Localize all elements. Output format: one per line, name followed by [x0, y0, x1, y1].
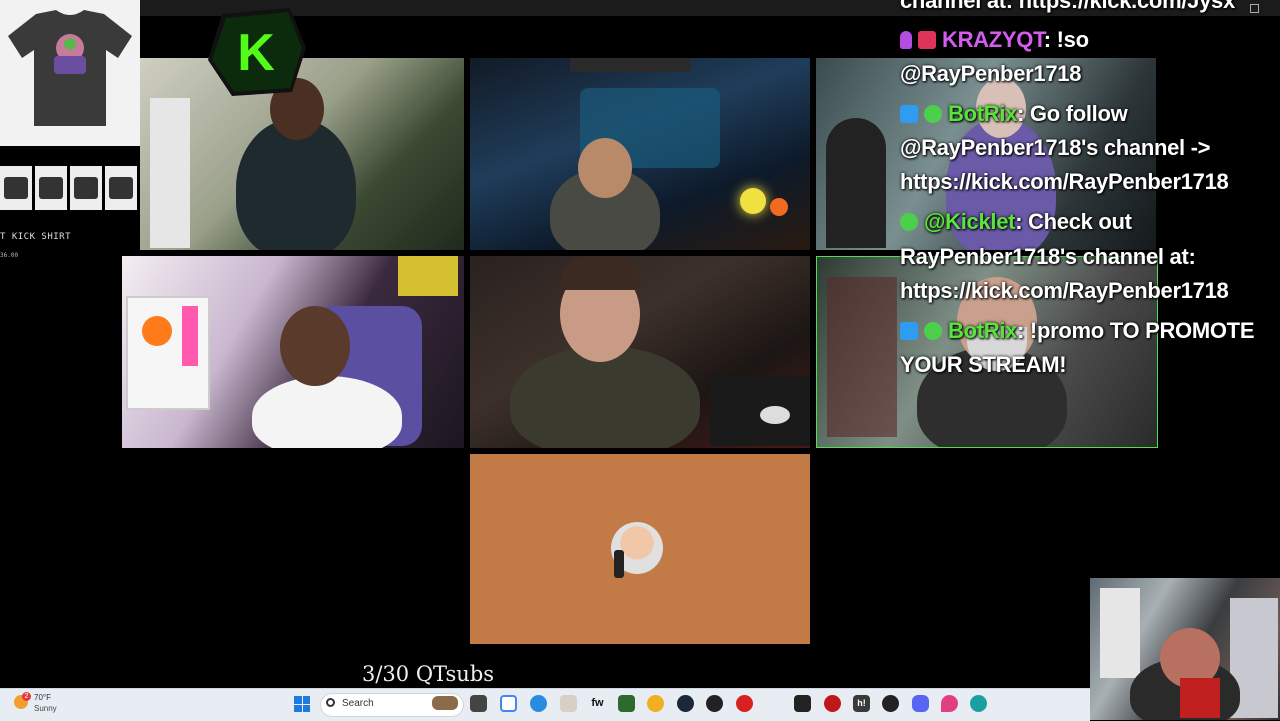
chat-text-cont: @RayPenber1718 — [900, 61, 1082, 86]
search-icon — [326, 698, 335, 707]
weather-temp: 70°F — [34, 693, 51, 702]
search-highlight-icon — [432, 696, 458, 710]
steam-icon[interactable] — [677, 695, 694, 712]
record-icon[interactable] — [824, 695, 841, 712]
verified-icon — [924, 105, 942, 123]
webcam-tile-2 — [470, 58, 810, 250]
cat-app-icon[interactable] — [560, 695, 577, 712]
edge-icon[interactable] — [530, 695, 547, 712]
merch-thumbnail[interactable] — [105, 166, 137, 210]
merch-thumbnail[interactable] — [70, 166, 102, 210]
chat-message: KRAZYQT: !so — [900, 27, 1089, 53]
tshirt-icon — [8, 10, 132, 126]
chat-link[interactable]: https://kick.com/RayPenber1718 — [900, 169, 1229, 195]
chat-link[interactable]: https://kick.com/RayPenber1718 — [900, 278, 1229, 304]
weather-desc: Sunny — [34, 704, 57, 713]
webcam-tile-5 — [470, 256, 810, 448]
svg-text:K: K — [237, 24, 275, 82]
merch-thumbnails — [0, 166, 140, 212]
chat-text: : Go follow — [1017, 101, 1128, 126]
grid-app-icon[interactable] — [794, 695, 811, 712]
chat-username[interactable]: KRAZYQT — [942, 27, 1044, 52]
webcam-tile-7-placeholder — [470, 454, 810, 644]
windows-start-icon[interactable] — [294, 696, 310, 712]
chat-text-cont: RayPenber1718's channel at: — [900, 244, 1196, 269]
chat-text-cont: @RayPenber1718's channel -> — [900, 135, 1211, 160]
task-view-icon[interactable] — [470, 695, 487, 712]
edge-dev-icon[interactable] — [970, 695, 987, 712]
chat-text-cont: YOUR STREAM! — [900, 352, 1067, 377]
xbox-icon[interactable] — [618, 695, 635, 712]
chrome-icon[interactable] — [500, 695, 517, 712]
openai-icon[interactable] — [882, 695, 899, 712]
chat-text: : !so — [1043, 27, 1089, 52]
subs-counter: 3/30 QTsubs — [362, 662, 495, 686]
merch-title: T KICK SHIRT — [0, 232, 72, 242]
chat-line-cutoff: channel at: https://kick.com/Jysx — [900, 0, 1235, 13]
merch-image[interactable] — [0, 0, 140, 146]
star-app-icon[interactable] — [647, 695, 664, 712]
chat-username[interactable]: BotRix — [948, 101, 1017, 126]
chat-message: @Kicklet: Check out — [900, 209, 1132, 235]
streamer-facecam — [1090, 578, 1280, 720]
merch-price: 36.00 — [0, 252, 19, 259]
kick-logo-icon: K — [208, 8, 306, 96]
chat-username[interactable]: @Kicklet — [924, 209, 1016, 234]
verified-icon — [900, 213, 918, 231]
discord-icon[interactable] — [912, 695, 929, 712]
chat-message: BotRix: Go follow — [900, 101, 1128, 127]
notification-badge: 2 — [22, 692, 31, 701]
search-placeholder: Search — [342, 698, 374, 709]
location-icon[interactable] — [941, 695, 958, 712]
verified-icon — [924, 322, 942, 340]
obs-icon[interactable] — [706, 695, 723, 712]
webcam-tile-4 — [122, 256, 464, 448]
chat-username[interactable]: BotRix — [948, 318, 1017, 343]
chat-text: : !promo TO PROMOTE — [1017, 318, 1255, 343]
microphone-icon — [900, 31, 912, 49]
moderator-icon — [900, 105, 918, 123]
h-app-icon[interactable]: h! — [853, 695, 870, 712]
chat-text: : Check out — [1015, 209, 1132, 234]
fw-icon[interactable]: fw — [589, 695, 606, 712]
chat-message: BotRix: !promo TO PROMOTE — [900, 318, 1255, 344]
merch-thumbnail[interactable] — [0, 166, 32, 210]
chat-overlay: channel at: https://kick.com/Jysx KRAZYQ… — [900, 0, 1280, 390]
moderator-icon — [900, 322, 918, 340]
gift-icon — [918, 31, 936, 49]
red-app-icon[interactable] — [736, 695, 753, 712]
merch-thumbnail[interactable] — [35, 166, 67, 210]
